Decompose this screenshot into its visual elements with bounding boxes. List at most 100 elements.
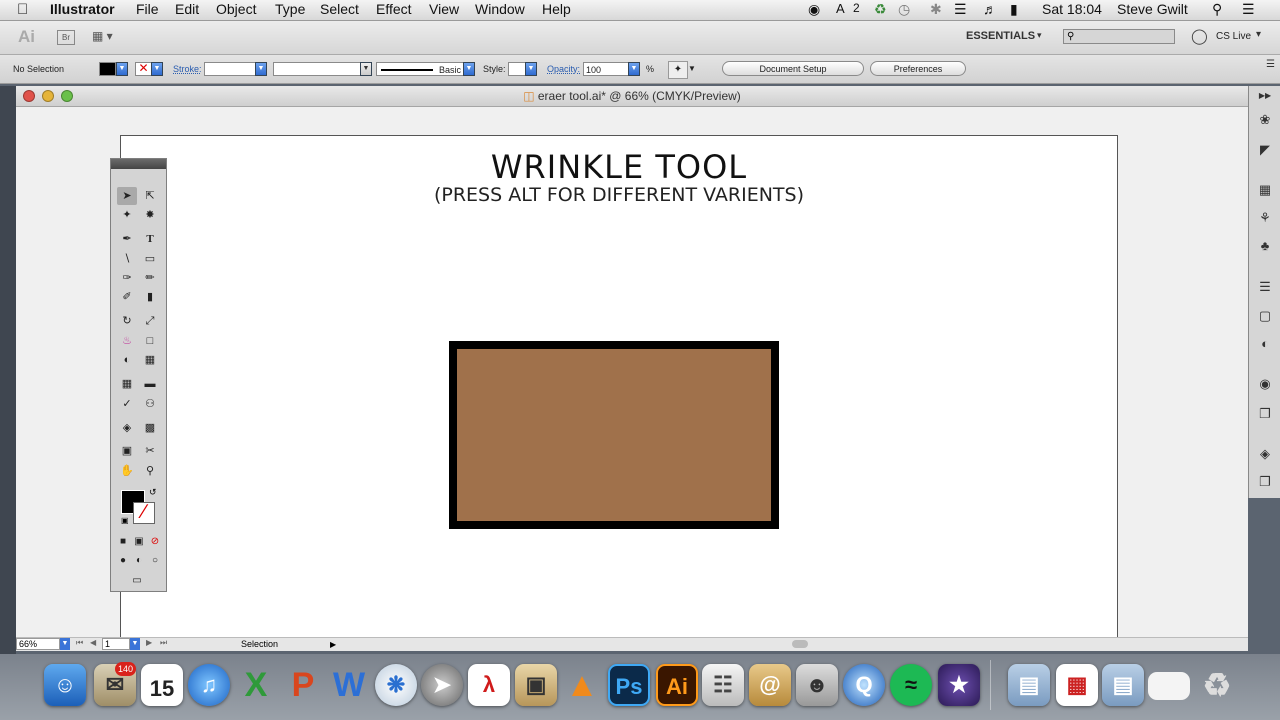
launchpad-icon[interactable]: ➤ — [421, 664, 463, 706]
stroke-label[interactable]: Stroke: — [173, 64, 202, 74]
graphic-style-swatch[interactable] — [508, 62, 526, 76]
style-dropdown[interactable]: ▼ — [525, 62, 537, 76]
zoom-tool-icon[interactable]: ⚲ — [140, 462, 160, 480]
variable-width-profile[interactable] — [273, 62, 365, 76]
menu-effect[interactable]: Effect — [376, 1, 412, 17]
spotify-icon[interactable]: ≈ — [890, 664, 932, 706]
first-artboard-icon[interactable]: ⏮ — [76, 638, 83, 648]
rectangle-tool-icon[interactable]: ▭ — [140, 250, 160, 268]
arrange-documents-icon[interactable]: ▦ ▾ — [92, 29, 113, 43]
photoshop-icon[interactable]: Ps — [608, 664, 650, 706]
vlc-icon[interactable]: ▲ — [561, 664, 603, 706]
time-machine-icon[interactable]: ◷ — [898, 1, 910, 18]
collapse-panels-icon[interactable]: ▶▶ — [1257, 88, 1273, 104]
blob-brush-tool-icon[interactable]: ✐ — [117, 288, 137, 306]
hand-tool-icon[interactable]: ✋ — [117, 462, 137, 480]
cs-live-icon[interactable]: ◯ — [1191, 27, 1208, 45]
change-screen-mode-icon[interactable]: ▭ — [127, 572, 147, 590]
itunes-icon[interactable]: ♫ — [188, 664, 230, 706]
recolor-dropdown-icon[interactable]: ▼ — [688, 64, 696, 73]
zoom-field[interactable]: 66% — [16, 638, 60, 650]
brown-rectangle[interactable] — [449, 341, 779, 529]
bluetooth-icon[interactable]: ✱ — [930, 1, 942, 18]
opacity-label[interactable]: Opacity: — [547, 64, 580, 74]
record-icon[interactable]: ◉ — [808, 1, 820, 18]
menu-object[interactable]: Object — [216, 1, 256, 17]
gradient-tool-icon[interactable]: ▬ — [140, 375, 160, 393]
word-icon[interactable]: W — [328, 664, 370, 706]
free-transform-tool-icon[interactable]: □ — [140, 332, 160, 350]
wifi-icon[interactable]: ☰ — [954, 1, 967, 18]
canvas-area[interactable]: WRINKLE TOOL (PRESS ALT FOR DIFFERENT VA… — [16, 107, 1248, 645]
finder-icon[interactable]: ☺ — [44, 664, 86, 706]
documents-stack-icon[interactable]: ▦ — [1056, 664, 1098, 706]
illustrator-icon[interactable]: Ai — [656, 664, 698, 706]
document-title-bar[interactable]: ◫ eraer tool.ai* @ 66% (CMYK/Preview) — [16, 86, 1248, 107]
calendar-icon[interactable]: 15 — [141, 664, 183, 706]
minimize-window-button[interactable] — [42, 90, 54, 102]
gradient-panel-icon[interactable]: ▢ — [1257, 308, 1273, 324]
clock[interactable]: Sat 18:04 — [1042, 1, 1102, 17]
eraser-tool-icon[interactable]: ▮ — [140, 288, 160, 306]
stroke-weight-dropdown[interactable]: ▼ — [255, 62, 267, 76]
slice-tool-icon[interactable]: ✂ — [140, 442, 160, 460]
search-help-input[interactable]: ⚲ — [1063, 29, 1175, 44]
color-panel-icon[interactable]: ❀ — [1257, 112, 1273, 128]
menu-view[interactable]: View — [429, 1, 459, 17]
menu-edit[interactable]: Edit — [175, 1, 199, 17]
notification-count[interactable]: 2 — [853, 1, 860, 15]
type-tool-icon[interactable]: T — [140, 230, 160, 248]
eyedropper-tool-icon[interactable]: ✓ — [117, 395, 137, 413]
excel-icon[interactable]: X — [235, 664, 277, 706]
app-menu-name[interactable]: Illustrator — [50, 1, 115, 17]
default-fill-stroke-icon[interactable]: ▣ — [121, 516, 129, 525]
blend-tool-icon[interactable]: ⚇ — [140, 395, 160, 413]
cs-live-dropdown-icon[interactable]: ▾ — [1256, 29, 1261, 40]
safari-icon[interactable]: ❋ — [375, 664, 417, 706]
powerpoint-icon[interactable]: P — [282, 664, 324, 706]
symbols-panel-icon[interactable]: ♣ — [1257, 238, 1273, 254]
artboard-heading[interactable]: WRINKLE TOOL — [121, 148, 1117, 186]
stroke-color-swatch[interactable]: ∕ — [133, 502, 155, 524]
paintbrush-tool-icon[interactable]: ✑ — [117, 269, 137, 287]
artboards-panel-icon[interactable]: ❐ — [1257, 474, 1273, 490]
next-artboard-icon[interactable]: ▶ — [146, 638, 152, 647]
fill-swatch[interactable] — [99, 62, 116, 76]
appearance-panel-icon[interactable]: ◉ — [1257, 376, 1273, 392]
line-segment-tool-icon[interactable]: ∖ — [117, 250, 137, 268]
workspace-switcher[interactable]: ESSENTIALS — [966, 30, 1035, 42]
brushes-panel-icon[interactable]: ⚘ — [1257, 210, 1273, 226]
lasso-tool-icon[interactable]: ✸ — [140, 206, 160, 224]
pencil-tool-icon[interactable]: ✏ — [140, 269, 160, 287]
opacity-dropdown[interactable]: ▼ — [628, 62, 640, 76]
magic-wand-tool-icon[interactable]: ✦ — [117, 206, 137, 224]
status-tool-label[interactable]: Selection — [241, 638, 278, 651]
symbol-sprayer-tool-icon[interactable]: ◈ — [117, 419, 137, 437]
scale-tool-icon[interactable]: ⤢ — [140, 312, 160, 330]
tools-panel-header[interactable] — [111, 159, 166, 169]
brush-dropdown[interactable]: ▼ — [463, 62, 475, 76]
column-graph-tool-icon[interactable]: ▩ — [140, 419, 160, 437]
graphic-styles-panel-icon[interactable]: ❐ — [1257, 406, 1273, 422]
preview-icon[interactable]: ▣ — [515, 664, 557, 706]
battery-icon[interactable]: ▮ — [1010, 1, 1018, 18]
imovie-icon[interactable]: ★ — [938, 664, 980, 706]
preferences-button[interactable]: Preferences — [870, 61, 966, 76]
zoom-window-button[interactable] — [61, 90, 73, 102]
photo-booth-icon[interactable]: ☻ — [796, 664, 838, 706]
bridge-button[interactable]: Br — [57, 30, 75, 45]
spotlight-icon[interactable]: ⚲ — [1212, 1, 1222, 18]
last-artboard-icon[interactable]: ⏭ — [160, 638, 167, 648]
artboard-number-field[interactable]: 1 — [102, 638, 130, 650]
brush-definition[interactable]: Basic — [376, 62, 466, 76]
control-panel-menu-icon[interactable]: ☰ — [1266, 59, 1275, 70]
menu-file[interactable]: File — [136, 1, 159, 17]
artboard-tool-icon[interactable]: ▣ — [117, 442, 137, 460]
color-guide-panel-icon[interactable]: ◤ — [1257, 142, 1273, 158]
menu-help[interactable]: Help — [542, 1, 571, 17]
recolor-artwork-icon[interactable]: ✦ — [668, 61, 688, 79]
perspective-grid-tool-icon[interactable]: ▦ — [140, 351, 160, 369]
trash-icon[interactable]: ♻ — [1196, 664, 1238, 706]
minimized-window-thumbnail[interactable] — [1148, 672, 1190, 700]
downloads-folder-icon[interactable]: ▤ — [1102, 664, 1144, 706]
